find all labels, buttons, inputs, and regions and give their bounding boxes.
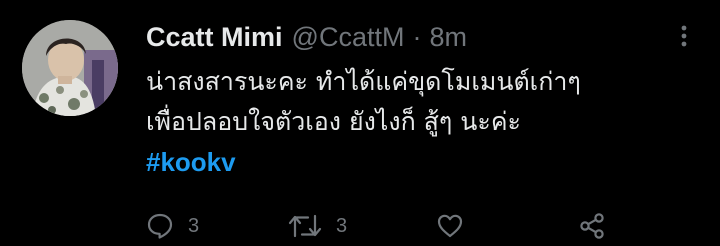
retweet-icon: [288, 212, 322, 240]
reply-count: 3: [188, 214, 200, 237]
more-icon: [680, 24, 688, 52]
display-name[interactable]: Ccatt Mimi: [146, 22, 283, 53]
retweet-button[interactable]: 3: [288, 207, 347, 245]
tweet-text: น่าสงสารนะคะ ทำได้แค่ขุดโมเมนต์เก่าๆ เพื…: [146, 62, 706, 183]
tweet[interactable]: Ccatt Mimi @CcattM · 8m น่าสงสารนะคะ ทำไ…: [0, 0, 720, 246]
tweet-text-line: เพื่อปลอบใจตัวเอง ยังไงก็ สู้ๆ นะค่ะ: [146, 107, 521, 136]
retweet-count: 3: [336, 214, 348, 237]
avatar[interactable]: [22, 20, 118, 116]
hashtag-link[interactable]: #kookv: [146, 147, 236, 177]
like-icon: [436, 212, 464, 240]
separator-dot: ·: [412, 21, 422, 52]
reply-button[interactable]: 3: [146, 207, 199, 245]
like-button[interactable]: [436, 207, 464, 245]
tweet-header: Ccatt Mimi @CcattM · 8m: [146, 19, 467, 55]
share-icon: [578, 212, 606, 240]
timestamp[interactable]: 8m: [429, 22, 467, 53]
reply-icon: [146, 212, 174, 240]
share-button[interactable]: [578, 207, 606, 245]
more-button[interactable]: [664, 18, 704, 58]
tweet-text-line: น่าสงสารนะคะ ทำได้แค่ขุดโมเมนต์เก่าๆ: [146, 67, 581, 96]
user-handle[interactable]: @CcattM: [292, 22, 405, 53]
